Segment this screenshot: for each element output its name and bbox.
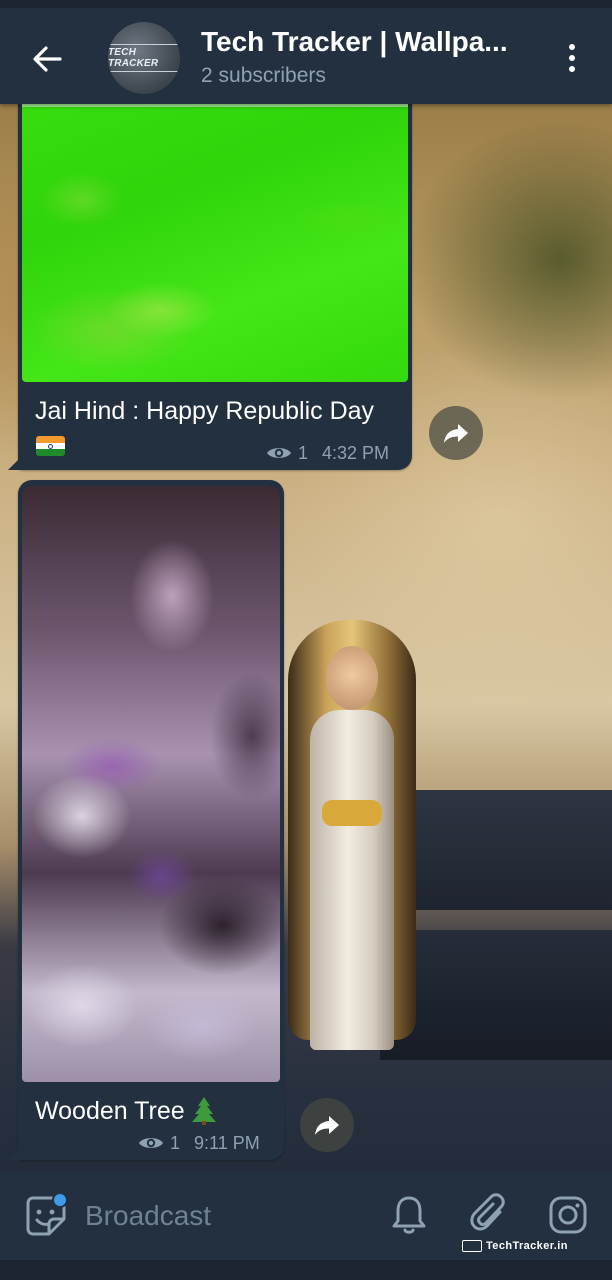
watermark: TechTracker.in [462, 1238, 568, 1254]
message-2-caption-row: Wooden Tree [35, 1096, 275, 1126]
eye-icon [139, 1138, 163, 1148]
channel-avatar[interactable]: TECH TRACKER [108, 22, 180, 94]
message-1-views: 1 [298, 442, 309, 463]
new-sticker-badge [52, 1192, 68, 1208]
instagram-icon [549, 1196, 587, 1234]
share-arrow-icon [315, 1116, 339, 1135]
statue-sash [322, 800, 382, 826]
broadcast-input[interactable]: Broadcast [85, 1196, 365, 1236]
more-options-button[interactable] [552, 36, 592, 80]
notification-toggle-button[interactable] [388, 1194, 430, 1236]
chat-header: TECH TRACKER Tech Tracker | Wallpa... 2 … [0, 0, 612, 104]
message-1-time: 4:32 PM [322, 442, 390, 463]
back-button[interactable] [22, 34, 72, 84]
subscriber-count: 2 subscribers [201, 64, 326, 87]
message-1-meta: 1 4:32 PM [266, 442, 389, 464]
message-1-photo-text-remnant [22, 104, 408, 114]
instagram-button[interactable] [546, 1193, 590, 1237]
message-2-caption: Wooden Tree [35, 1096, 185, 1125]
more-vertical-icon-dot [569, 66, 575, 72]
system-nav-bar [0, 1260, 612, 1280]
more-vertical-icon [569, 44, 575, 50]
wallpaper-bench [400, 790, 612, 910]
watermark-logo-icon [462, 1240, 482, 1252]
wallpaper-statue [282, 600, 422, 1060]
attach-button[interactable] [468, 1192, 510, 1236]
india-flag-icon [36, 436, 65, 456]
watermark-text: TechTracker.in [486, 1240, 568, 1252]
avatar-logo-text: TECH TRACKER [108, 44, 180, 72]
message-2-views: 1 [170, 1132, 181, 1153]
message-1-caption: Jai Hind : Happy Republic Day [35, 397, 375, 425]
evergreen-tree-icon [191, 1097, 216, 1125]
message-2-time: 9:11 PM [194, 1132, 260, 1153]
paperclip-icon [470, 1193, 505, 1231]
statue-face [326, 646, 378, 710]
arrow-left-icon [33, 46, 62, 72]
message-2-meta: 1 9:11 PM [138, 1132, 260, 1154]
statue-robe [310, 710, 394, 1050]
bell-icon [392, 1196, 426, 1234]
message-2-photo[interactable] [22, 486, 280, 1082]
channel-title[interactable]: Tech Tracker | Wallpa... [201, 26, 531, 58]
share-arrow-icon [444, 424, 468, 443]
share-button-1[interactable] [429, 406, 483, 460]
eye-icon [267, 448, 291, 458]
share-button-2[interactable] [300, 1098, 354, 1152]
status-bar [0, 0, 612, 8]
more-vertical-icon-dot [569, 55, 575, 61]
